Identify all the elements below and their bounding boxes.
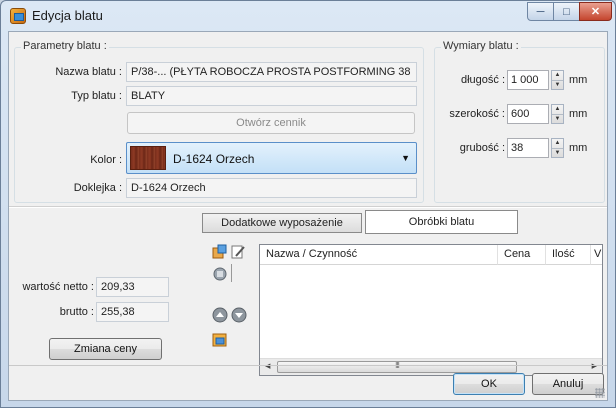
close-button[interactable]: ✕ [579,2,612,21]
column-header-quantity[interactable]: Ilość [546,245,591,265]
dialog-window: Edycja blatu ─ □ ✕ Parametry blatu : Naz… [0,0,616,408]
length-input[interactable]: 1 000 [507,70,549,90]
color-label: Kolor : [90,154,122,166]
width-unit: mm [569,108,588,120]
thickness-unit: mm [569,142,588,154]
color-select-value: D-1624 Orzech [173,152,255,166]
spin-up-icon[interactable]: ▲ [552,105,563,115]
cancel-button[interactable]: Anuluj [532,373,604,395]
length-stepper[interactable]: ▲ ▼ [551,70,564,90]
processing-table[interactable]: Nazwa / Czynność Cena Ilość V ◀ III ▶ [259,244,603,376]
edge-label: Doklejka : [73,182,122,194]
minimize-button[interactable]: ─ [527,2,554,21]
net-value-field: 209,33 [96,277,169,297]
spin-up-icon[interactable]: ▲ [552,139,563,149]
details-icon[interactable] [212,332,228,348]
color-select[interactable]: D-1624 Orzech ▼ [126,142,417,174]
close-icon: ✕ [590,6,601,18]
width-stepper[interactable]: ▲ ▼ [551,104,564,124]
gross-value-label: brutto : [59,306,94,318]
width-input[interactable]: 600 [507,104,549,124]
type-label: Typ blatu : [71,90,122,102]
name-label: Nazwa blatu : [55,66,122,78]
maximize-button[interactable]: □ [553,2,580,21]
params-group-title: Parametry blatu : [21,40,109,52]
edge-field: D-1624 Orzech [126,178,417,198]
width-label: szerokość : [449,108,505,120]
copy-icon[interactable] [212,266,228,282]
thickness-label: grubość : [459,142,505,154]
toolbar-separator [231,264,232,282]
window-title: Edycja blatu [32,8,103,23]
type-field: BLATY [126,86,417,106]
scroll-left-icon[interactable]: ◀ [265,362,270,370]
net-value-label: wartość netto : [22,281,94,293]
title-bar[interactable]: Edycja blatu ─ □ ✕ [1,1,615,31]
tab-processing[interactable]: Obróbki blatu [365,210,518,234]
spin-down-icon[interactable]: ▼ [552,81,563,90]
change-price-button[interactable]: Zmiana ceny [49,338,162,360]
length-unit: mm [569,74,588,86]
move-up-icon[interactable] [212,307,228,323]
resize-grip[interactable] [595,388,605,398]
length-label: długość : [460,74,505,86]
scrollbar-thumb[interactable]: III [277,361,517,373]
edit-icon[interactable] [230,244,246,260]
chevron-down-icon: ▼ [401,153,410,163]
open-price-list-button[interactable]: Otwórz cennik [127,112,415,134]
ok-button[interactable]: OK [453,373,525,395]
move-down-icon[interactable] [231,307,247,323]
column-header-name[interactable]: Nazwa / Czynność [260,245,498,265]
spin-down-icon[interactable]: ▼ [552,149,563,158]
gross-value-field: 255,38 [96,302,169,322]
column-header-price[interactable]: Cena [498,245,546,265]
add-item-icon[interactable] [212,244,228,260]
spin-down-icon[interactable]: ▼ [552,115,563,124]
color-swatch [130,146,166,170]
column-header-v[interactable]: V [591,245,602,265]
name-field: P/38-... (PŁYTA ROBOCZA PROSTA POSTFORMI… [126,62,417,82]
tab-extra-equipment[interactable]: Dodatkowe wyposażenie [202,213,362,233]
thickness-stepper[interactable]: ▲ ▼ [551,138,564,158]
thickness-input[interactable]: 38 [507,138,549,158]
section-divider [9,206,607,208]
dimensions-group-title: Wymiary blatu : [441,40,521,52]
scroll-right-icon[interactable]: ▶ [592,362,597,370]
spin-up-icon[interactable]: ▲ [552,71,563,81]
dialog-client-area: Parametry blatu : Nazwa blatu : P/38-...… [8,31,608,401]
maximize-icon: □ [563,5,570,18]
minimize-icon: ─ [536,5,545,18]
app-icon [10,8,26,24]
footer-separator [9,365,607,366]
